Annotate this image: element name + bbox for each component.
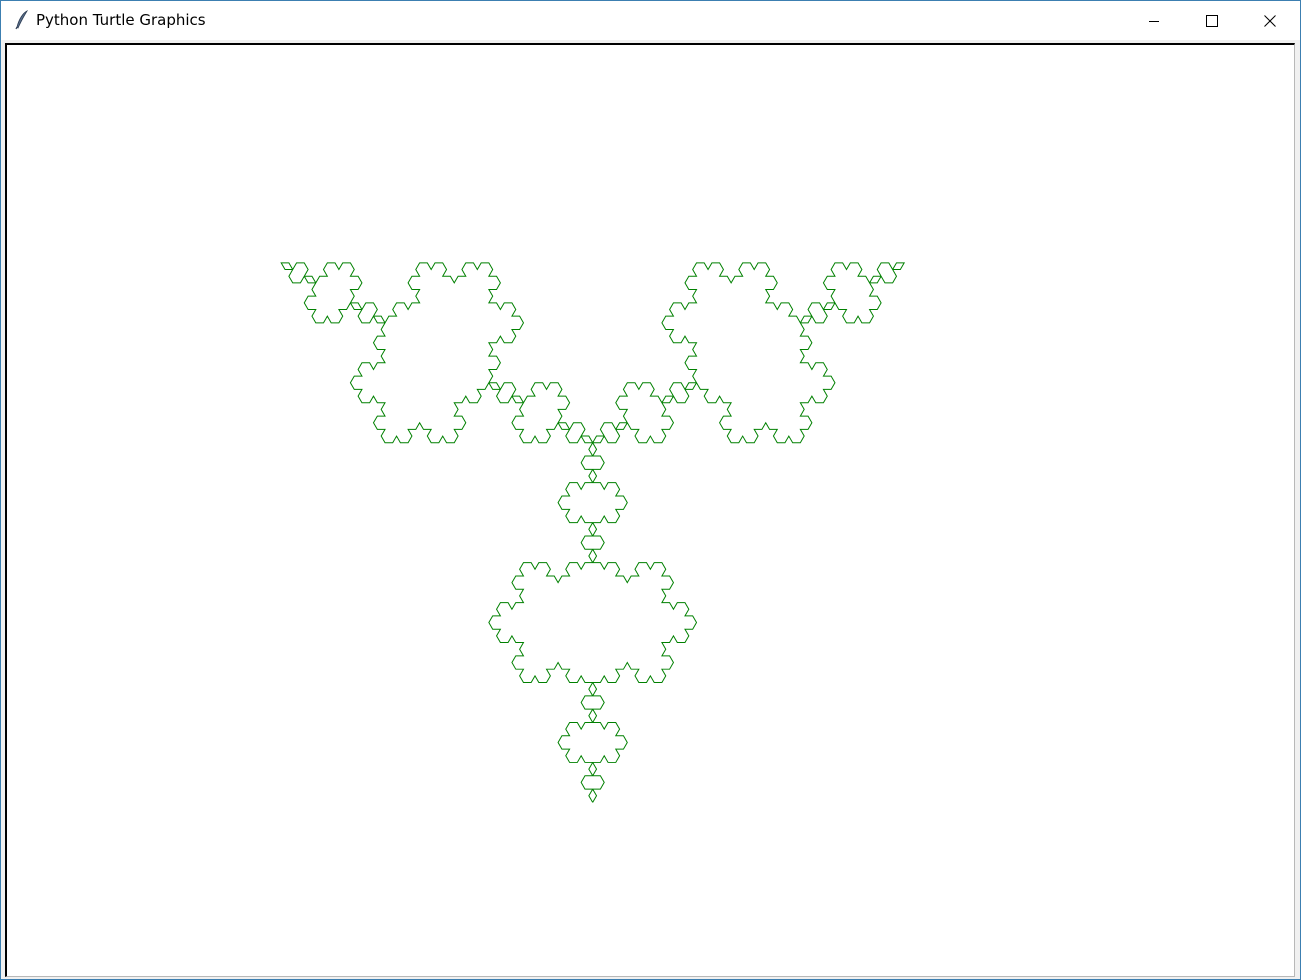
koch-snowflake — [280, 262, 906, 803]
turtle-window: Python Turtle Graphics — [0, 0, 1301, 980]
feather-icon — [14, 10, 30, 30]
maximize-button[interactable] — [1183, 1, 1241, 40]
title-bar[interactable]: Python Turtle Graphics — [1, 1, 1300, 40]
drawing-surface — [280, 262, 906, 803]
minimize-icon — [1149, 20, 1159, 22]
maximize-icon — [1206, 14, 1218, 27]
close-button[interactable] — [1241, 1, 1299, 40]
minimize-button[interactable] — [1125, 1, 1183, 40]
close-icon — [1264, 14, 1276, 27]
window-title: Python Turtle Graphics — [36, 11, 206, 29]
turtle-canvas[interactable] — [5, 43, 1295, 977]
